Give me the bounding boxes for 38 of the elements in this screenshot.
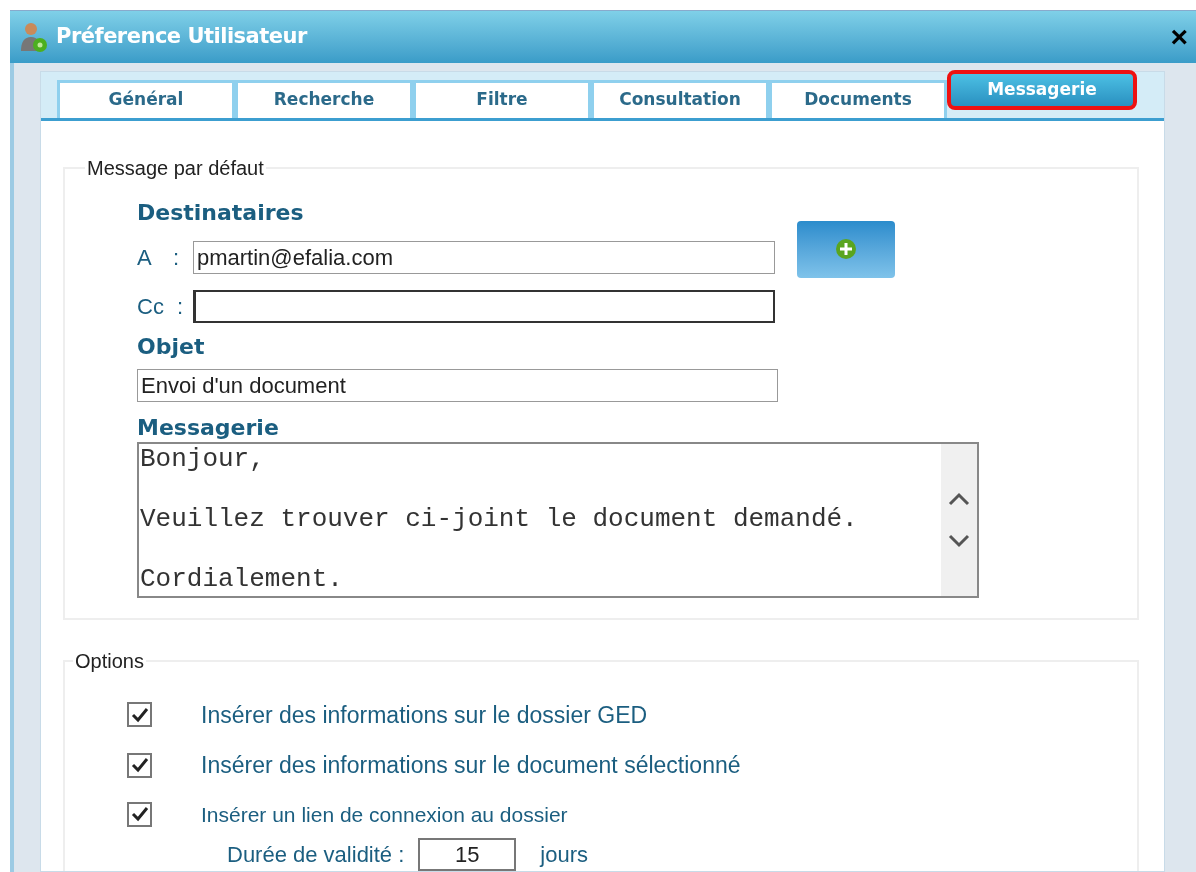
option-label: Insérer des informations sur le dossier GED — [201, 700, 648, 730]
field-colon: : — [172, 243, 181, 272]
unit-label: jours — [540, 841, 588, 869]
message-field[interactable]: Bonjour, Veuillez trouver ci-joint le document demandé. Cordialement. — [137, 441, 979, 598]
message-line: Veuillez trouver ci-joint le document demandé. — [140, 503, 859, 534]
cc-field[interactable] — [193, 289, 775, 323]
section-heading: Destinataires — [137, 198, 305, 227]
tab[interactable]: Documents — [769, 79, 947, 118]
checkbox[interactable] — [127, 702, 152, 728]
user-gear-icon — [20, 20, 48, 53]
field-label: Cc — [137, 292, 165, 321]
field-label: A — [137, 243, 153, 272]
window-title: Préference Utilisateur — [56, 23, 307, 50]
checkbox[interactable] — [127, 752, 152, 778]
validity-label: Durée de validité : — [227, 841, 405, 869]
scrollbar[interactable] — [941, 443, 977, 596]
tab[interactable]: Général — [57, 79, 235, 118]
tab[interactable]: Filtre — [413, 79, 591, 118]
checkbox[interactable] — [127, 801, 152, 827]
tab[interactable]: Recherche — [235, 79, 413, 118]
to-field[interactable]: pmartin@efalia.com — [193, 240, 775, 274]
add-button[interactable] — [797, 220, 895, 278]
close-button[interactable]: × — [1170, 21, 1188, 52]
validity-field[interactable]: 15 — [418, 838, 517, 871]
field-colon: : — [177, 292, 185, 321]
group-legend: Options — [73, 645, 146, 676]
section-heading: Objet — [137, 332, 206, 361]
message-line: Bonjour, — [140, 443, 266, 474]
scroll-down-icon[interactable] — [948, 533, 970, 548]
group-legend: Message par défaut — [85, 152, 266, 183]
subject-field[interactable]: Envoi d'un document — [137, 368, 778, 402]
message-line: Cordialement. — [140, 563, 344, 594]
plus-icon — [835, 238, 857, 260]
tab[interactable]: Consultation — [591, 79, 769, 118]
option-label: Insérer un lien de connexion au dossier — [201, 801, 568, 828]
option-label: Insérer des informations sur le document sélectionné — [201, 751, 741, 780]
scroll-up-icon[interactable] — [948, 491, 970, 506]
section-heading: Messagerie — [137, 413, 280, 442]
